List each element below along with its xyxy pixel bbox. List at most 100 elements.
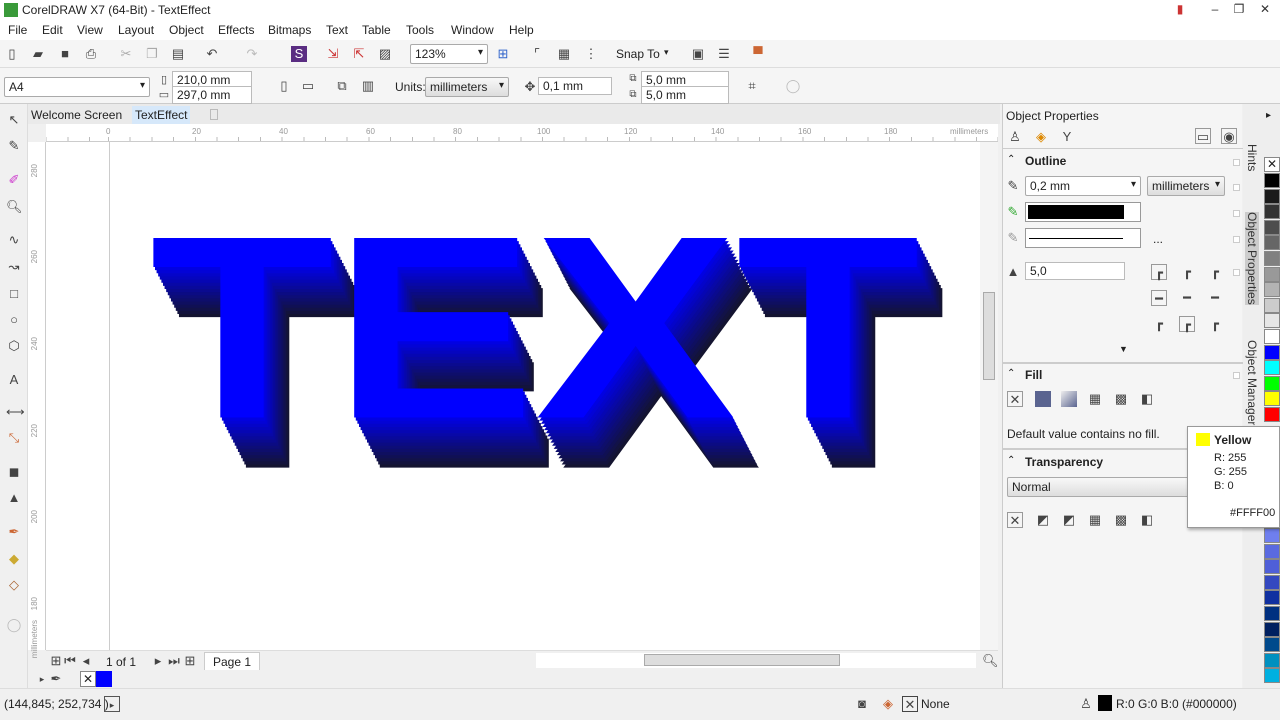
new-icon[interactable]: ▯: [4, 46, 20, 62]
add-page-after-icon[interactable]: ⊞: [182, 653, 198, 669]
polygon-tool-icon[interactable]: ⬡: [6, 338, 22, 354]
pick-tool-icon[interactable]: ↖: [6, 112, 22, 128]
rectangle-tool-icon[interactable]: □: [6, 286, 22, 302]
two-color-pattern-icon[interactable]: ◧: [1139, 391, 1155, 407]
frame-icon[interactable]: ▭: [1195, 128, 1211, 144]
paste-icon[interactable]: ▤: [170, 46, 186, 62]
menu-tools[interactable]: Tools: [406, 23, 434, 37]
transparency-tool-icon[interactable]: ▲: [6, 490, 22, 506]
connector-tool-icon[interactable]: ⤡: [6, 430, 22, 446]
zoom-navigator-icon[interactable]: 🔍︎: [982, 653, 999, 669]
new-tab-icon[interactable]: [210, 109, 218, 120]
uniform-fill-icon[interactable]: [1035, 391, 1051, 407]
import-icon[interactable]: ⇲: [325, 46, 341, 62]
no-transparency-icon[interactable]: ✕: [1007, 512, 1023, 528]
fill-tab-icon[interactable]: ◈: [1033, 129, 1049, 145]
next-page-icon[interactable]: ▸: [150, 653, 166, 669]
bitmap-pattern-fill-icon[interactable]: ▩: [1113, 391, 1129, 407]
bevel-corner-icon[interactable]: ┏: [1207, 264, 1223, 280]
square-cap-icon[interactable]: ━: [1207, 290, 1223, 306]
menu-effects[interactable]: Effects: [218, 23, 254, 37]
inside-position-icon[interactable]: ┏: [1207, 316, 1223, 332]
smart-fill-icon[interactable]: ◇: [6, 577, 22, 593]
palette-swatch[interactable]: [1264, 344, 1280, 360]
menu-file[interactable]: File: [8, 23, 27, 37]
menu-text[interactable]: Text: [326, 23, 348, 37]
tab-page-1[interactable]: Page 1: [204, 652, 261, 672]
outline-style-select[interactable]: [1025, 228, 1141, 248]
snap-to-button[interactable]: Snap To: [616, 47, 660, 61]
zoom-level-select[interactable]: 123%: [410, 44, 488, 64]
fill-section-checkbox[interactable]: [1233, 372, 1240, 379]
close-button[interactable]: ✕: [1255, 2, 1275, 18]
open-icon[interactable]: ▰: [30, 46, 46, 62]
tab-texteffect[interactable]: TextEffect: [132, 106, 191, 124]
palette-swatch[interactable]: [1264, 543, 1280, 559]
collapse-transparency-icon[interactable]: ⌃: [1007, 455, 1015, 466]
palette-swatch[interactable]: [1264, 637, 1280, 653]
menu-edit[interactable]: Edit: [42, 23, 63, 37]
blue-swatch[interactable]: [96, 671, 112, 687]
miter-limit-input[interactable]: 5,0: [1025, 262, 1125, 280]
checkbox[interactable]: [1233, 210, 1240, 217]
full-screen-preview-icon[interactable]: ⊞: [495, 46, 511, 62]
restore-button[interactable]: ❐: [1229, 2, 1249, 18]
expand-outline-icon[interactable]: ▼: [1119, 344, 1128, 354]
palette-swatch[interactable]: [1264, 266, 1280, 282]
outside-position-icon[interactable]: ┏: [1151, 316, 1167, 332]
outline-color-swatch[interactable]: [1098, 695, 1112, 711]
palette-swatch[interactable]: [1264, 668, 1280, 684]
treat-as-filled-icon[interactable]: ⌗: [744, 78, 760, 94]
palette-swatch[interactable]: [1264, 297, 1280, 313]
shape-tool-icon[interactable]: ✎: [6, 138, 22, 154]
palette-scroll-up-icon[interactable]: ▸: [1266, 110, 1271, 121]
vector-pattern-fill-icon[interactable]: ▦: [1087, 391, 1103, 407]
color-proof-icon[interactable]: ◙: [854, 696, 870, 712]
palette-swatch[interactable]: [1264, 621, 1280, 637]
print-icon[interactable]: ⎙: [83, 46, 99, 62]
tab-object-manager[interactable]: Object Manager: [1245, 340, 1259, 425]
freehand-tool-icon[interactable]: ∿: [6, 232, 22, 248]
uniform-transparency-icon[interactable]: ◩: [1035, 512, 1051, 528]
palette-swatch[interactable]: [1264, 528, 1280, 543]
quick-customize-icon[interactable]: ◯: [785, 78, 801, 94]
corel-connect-icon[interactable]: S: [291, 46, 307, 62]
menu-bitmaps[interactable]: Bitmaps: [268, 23, 311, 37]
menu-help[interactable]: Help: [509, 23, 534, 37]
extrude-tool-icon[interactable]: ◼: [6, 464, 22, 480]
no-fill-icon[interactable]: ✕: [1007, 391, 1023, 407]
duplicate-distance-y-input[interactable]: 5,0 mm: [641, 86, 729, 104]
outline-width-select[interactable]: 0,2 mm: [1025, 176, 1141, 196]
eyedropper-tool-icon[interactable]: ✒: [6, 524, 22, 540]
menu-layout[interactable]: Layout: [118, 23, 154, 37]
palette-swatch[interactable]: [1264, 652, 1280, 668]
palette-swatch[interactable]: [1264, 375, 1280, 391]
drawing-canvas[interactable]: TEXT TEXT TEXT TEXT TEXT TEXT TEXT TEXT TEXT TEXT…: [46, 142, 980, 650]
palette-swatch[interactable]: [1264, 313, 1280, 329]
portrait-icon[interactable]: ▯: [276, 78, 292, 94]
fountain-fill-icon[interactable]: [1061, 391, 1077, 407]
palette-swatch[interactable]: [1264, 251, 1280, 266]
outline-units-select[interactable]: millimeters: [1147, 176, 1225, 196]
tab-hints[interactable]: Hints: [1245, 144, 1259, 171]
user-icon[interactable]: ▮: [1170, 2, 1190, 18]
tab-welcome-screen[interactable]: Welcome Screen: [28, 106, 125, 124]
more-outline-options[interactable]: ...: [1153, 232, 1163, 246]
text-tool-icon[interactable]: A: [6, 372, 22, 388]
redo-icon[interactable]: ↷: [244, 46, 260, 62]
preview-icon[interactable]: ◉: [1221, 128, 1237, 144]
eyedropper-icon[interactable]: ✒: [48, 671, 64, 687]
palette-swatch[interactable]: [1264, 188, 1280, 204]
units-select[interactable]: millimeters: [425, 77, 509, 97]
palette-swatch[interactable]: [1264, 407, 1280, 422]
fountain-transparency-icon[interactable]: ◩: [1061, 512, 1077, 528]
crop-tool-icon[interactable]: ✐: [6, 172, 22, 188]
checkbox[interactable]: [1233, 184, 1240, 191]
collapse-fill-icon[interactable]: ⌃: [1007, 368, 1015, 379]
last-page-icon[interactable]: ⏭: [166, 653, 182, 669]
checkbox[interactable]: [1233, 236, 1240, 243]
status-expand-icon[interactable]: ▸: [104, 696, 120, 712]
all-pages-icon[interactable]: ⧉: [334, 78, 350, 94]
menu-table[interactable]: Table: [362, 23, 391, 37]
rulers-icon[interactable]: ⌜: [529, 46, 545, 62]
